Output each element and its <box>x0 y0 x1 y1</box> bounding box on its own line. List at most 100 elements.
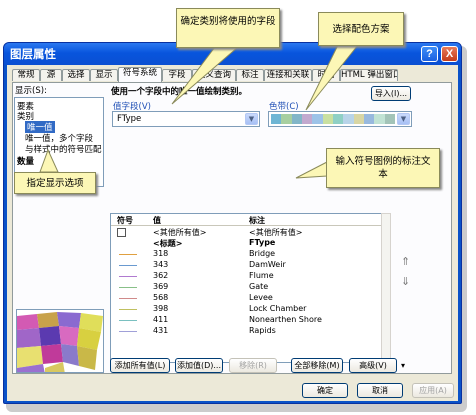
color-ramp-swatch-segment <box>384 114 395 124</box>
symbol-swatch[interactable] <box>119 298 137 299</box>
color-ramp-swatch-segment <box>332 114 344 124</box>
tree-item-match-style[interactable]: 与样式中的符号匹配 <box>25 143 105 155</box>
add-all-values-button[interactable]: 添加所有值(L) <box>110 358 170 373</box>
tab-labels[interactable]: 标注 <box>236 69 264 81</box>
row-value: 362 <box>153 271 169 280</box>
symbol-swatch[interactable] <box>119 276 137 277</box>
add-values-button[interactable]: 添加值(D)... <box>175 358 223 373</box>
symbol-swatch[interactable] <box>119 320 137 321</box>
preview-map-image <box>16 309 104 373</box>
remove-button[interactable]: 移除(R) <box>229 358 277 373</box>
symbol-swatch[interactable] <box>119 309 137 310</box>
table-scrollbar[interactable] <box>381 213 391 363</box>
callout-color: 选择配色方案 <box>318 12 404 46</box>
table-row[interactable]: 568 Levee <box>111 293 381 304</box>
color-ramp-swatch-segment <box>312 114 323 124</box>
row-label[interactable]: Nonearthen Shore <box>249 315 322 324</box>
row-value: 369 <box>153 282 169 291</box>
layer-properties-dialog: 图层属性 ? X 常规 源 选择 显示 符号系统 字段 定义查询 标注 连接和关… <box>3 42 462 404</box>
color-ramp-select[interactable]: ▼ <box>268 111 412 127</box>
import-button[interactable]: 导入(I)... <box>371 86 411 101</box>
apply-button[interactable]: 应用(A) <box>412 383 454 398</box>
map-preview-svg <box>17 310 103 372</box>
row-value: 411 <box>153 315 169 324</box>
tab-selection[interactable]: 选择 <box>62 69 90 81</box>
cancel-button[interactable]: 取消 <box>357 383 403 398</box>
color-ramp-swatch-segment <box>363 114 375 124</box>
symbol-table[interactable]: 符号 值 标注 <其他所有值> <其他所有值> <标题> FType 318 Bridge… <box>110 213 382 363</box>
tab-symbology[interactable]: 符号系统 <box>118 67 162 82</box>
row-label[interactable]: <其他所有值> <box>249 227 302 238</box>
remove-all-button[interactable]: 全部移除(M) <box>291 358 343 373</box>
tab-time[interactable]: 时间 <box>312 69 340 81</box>
chevron-down-icon: ▼ <box>397 113 410 125</box>
table-row[interactable]: 398 Lock Chamber <box>111 304 381 315</box>
tab-html-popup[interactable]: HTML 弹出窗口 <box>340 69 398 81</box>
color-ramp-swatch-segment <box>291 114 302 124</box>
table-row[interactable]: 318 Bridge <box>111 249 381 260</box>
symbol-swatch[interactable] <box>119 331 137 332</box>
row-value: 568 <box>153 293 169 302</box>
symbol-swatch[interactable] <box>117 228 126 237</box>
row-value: <标题> <box>153 239 183 248</box>
table-row[interactable]: 411 Nonearthen Shore <box>111 315 381 326</box>
window-title: 图层属性 <box>10 49 56 61</box>
tab-strip: 常规 源 选择 显示 符号系统 字段 定义查询 标注 连接和关联 时间 HTML… <box>12 67 452 82</box>
tree-item-quantities[interactable]: 数量 <box>17 155 34 167</box>
row-value: 343 <box>153 260 169 269</box>
color-ramp-swatch-segment <box>374 114 385 124</box>
value-field-select[interactable]: FType ▼ <box>112 111 260 127</box>
color-ramp-swatch-segment <box>353 114 364 124</box>
header-symbol: 符号 <box>117 216 133 225</box>
color-ramp-swatch <box>271 114 395 124</box>
row-label[interactable]: Rapids <box>249 326 276 335</box>
table-row[interactable]: 431 Rapids <box>111 326 381 337</box>
close-button[interactable]: X <box>441 46 458 62</box>
symbol-swatch[interactable] <box>119 287 137 288</box>
row-label[interactable]: Levee <box>249 293 273 302</box>
row-value: 431 <box>153 326 169 335</box>
tab-joins-relates[interactable]: 连接和关联 <box>264 69 312 81</box>
dropdown-arrow-icon: ▾ <box>400 361 405 370</box>
tab-display[interactable]: 显示 <box>90 69 118 81</box>
row-label[interactable]: FType <box>249 238 275 247</box>
color-ramp-swatch-segment <box>343 114 354 124</box>
advanced-label: 高级(V) <box>359 361 387 370</box>
tab-general[interactable]: 常规 <box>12 69 40 81</box>
table-header: 符号 值 标注 <box>111 214 381 226</box>
move-down-icon[interactable]: ⇓ <box>401 275 410 288</box>
move-up-icon[interactable]: ⇑ <box>401 255 410 268</box>
ok-button[interactable]: 确定 <box>302 383 348 398</box>
panel-heading: 使用一个字段中的唯一值绘制类别。 <box>111 87 248 97</box>
callout-field: 确定类别将使用的字段 <box>176 8 280 48</box>
row-label[interactable]: DamWeir <box>249 260 286 269</box>
tab-definition-query[interactable]: 定义查询 <box>192 69 236 81</box>
row-label[interactable]: Lock Chamber <box>249 304 306 313</box>
callout-display: 指定显示选项 <box>14 172 96 194</box>
table-row[interactable]: <标题> FType <box>111 238 381 249</box>
header-label: 标注 <box>249 216 265 225</box>
row-value: 318 <box>153 249 169 258</box>
tab-fields[interactable]: 字段 <box>162 69 192 81</box>
row-label[interactable]: Bridge <box>249 249 275 258</box>
table-row[interactable]: 362 Flume <box>111 271 381 282</box>
symbol-swatch[interactable] <box>119 265 137 266</box>
row-value: <其他所有值> <box>153 228 207 237</box>
chevron-down-icon: ▼ <box>245 113 258 125</box>
symbol-swatch[interactable] <box>119 254 137 255</box>
table-row[interactable]: 369 Gate <box>111 282 381 293</box>
header-value: 值 <box>153 216 161 225</box>
color-ramp-swatch-segment <box>322 114 333 124</box>
advanced-button[interactable]: 高级(V) ▾ <box>349 358 405 373</box>
table-row[interactable]: 343 DamWeir <box>111 260 381 271</box>
row-label[interactable]: Gate <box>249 282 268 291</box>
table-row[interactable]: <其他所有值> <其他所有值> <box>111 227 381 238</box>
color-ramp-swatch-segment <box>301 114 313 124</box>
help-button[interactable]: ? <box>421 46 438 62</box>
value-field-value: FType <box>117 114 142 124</box>
show-label: 显示(S): <box>15 86 47 96</box>
color-ramp-swatch-segment <box>281 114 292 124</box>
tab-source[interactable]: 源 <box>40 69 62 81</box>
color-ramp-swatch-segment <box>271 114 282 124</box>
row-label[interactable]: Flume <box>249 271 274 280</box>
